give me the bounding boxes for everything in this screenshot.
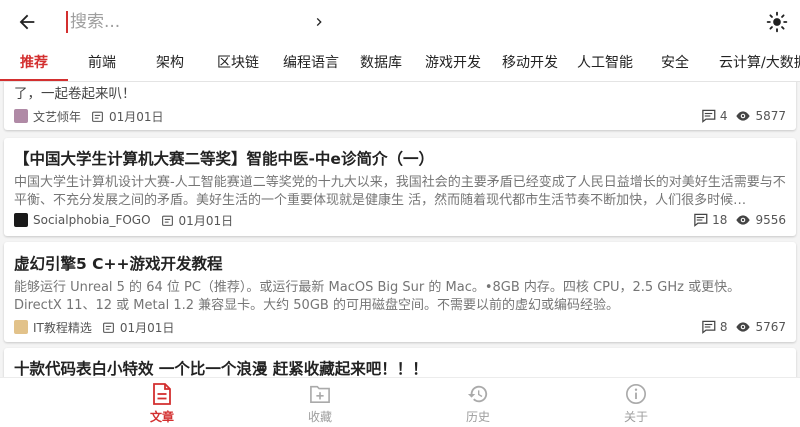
category-tab-bar: 推荐 前端 架构 区块链 编程语言 数据库 游戏开发 移动开发 人工智能 安全 … [0,44,800,82]
top-app-bar [0,0,800,44]
tab-game-dev[interactable]: 游戏开发 [425,44,481,81]
calendar-icon [102,321,115,334]
article-excerpt: 能够运行 Unreal 5 的 64 位 PC（推荐）。或运行最新 MacOS … [14,280,741,313]
article-meta: 文艺倾年 01月01日 [14,108,164,124]
nav-history[interactable]: 历史 [448,382,508,424]
article-excerpt: 中国大学生计算机设计大赛-人工智能赛道二等奖党的十九大以来，我国社会的主要矛盾已… [14,175,786,208]
article-stats: 18 9556 [693,212,786,228]
article-meta: Socialphobia_FOGO 01月01日 [14,212,233,228]
article-stats: 4 5877 [701,108,786,124]
search-box[interactable] [66,8,296,36]
article-card[interactable]: 【中国大学生计算机大赛二等奖】智能中医-中e诊简介（一） 中国大学生计算机设计大… [4,138,796,236]
tab-architecture[interactable]: 架构 [156,44,184,81]
calendar-icon [91,110,104,123]
nav-label: 历史 [465,410,490,424]
tab-frontend[interactable]: 前端 [88,44,116,81]
active-tab-indicator [0,79,68,81]
text-cursor [66,11,68,33]
author-name: 文艺倾年 [33,109,82,124]
comment-icon [693,213,708,227]
nav-label: 关于 [623,410,648,424]
article-card[interactable]: 十款代码表白小特效 一个比一个浪漫 赶紧收藏起来吧！！！ [4,348,796,377]
comment-count: 8 [719,320,728,334]
eye-icon [735,321,751,333]
article-title: 【中国大学生计算机大赛二等奖】智能中医-中e诊简介（一） [14,150,434,168]
author-name: Socialphobia_FOGO [33,213,151,227]
article-icon [132,382,192,406]
tab-programming-languages[interactable]: 编程语言 [283,44,339,81]
tab-ai[interactable]: 人工智能 [577,44,633,81]
comment-icon [701,109,716,123]
comment-icon [701,320,716,334]
publish-date: 01月01日 [109,109,164,124]
comment-count: 18 [712,213,728,227]
author-name: IT教程精选 [33,320,92,335]
article-card[interactable]: 了，一起卷起来叭！ 文艺倾年 01月01日 4 5877 [4,82,796,130]
publish-date: 01月01日 [178,213,234,228]
chevron-right-icon[interactable] [308,11,330,33]
article-title: 十款代码表白小特效 一个比一个浪漫 赶紧收藏起来吧！！！ [14,360,428,377]
view-count: 9556 [755,213,786,227]
article-meta: IT教程精选 01月01日 [14,319,174,335]
comment-count: 4 [719,109,728,123]
publish-date: 01月01日 [119,320,175,335]
author-avatar [14,213,28,227]
article-card[interactable]: 虚幻引擎5 C++游戏开发教程 能够运行 Unreal 5 的 64 位 PC（… [4,242,796,342]
bottom-navigation: 文章 收藏 历史 关于 [0,377,800,427]
tab-security[interactable]: 安全 [661,44,689,81]
back-arrow-icon[interactable] [14,9,40,35]
nav-label: 收藏 [307,410,332,424]
eye-icon [735,110,751,122]
tab-cloud-bigdata[interactable]: 云计算/大数据 [719,44,800,81]
tab-database[interactable]: 数据库 [360,44,402,81]
brightness-icon[interactable] [764,9,790,35]
calendar-icon [161,214,174,227]
article-excerpt: 了，一起卷起来叭！ [14,86,136,102]
tab-blockchain[interactable]: 区块链 [217,44,259,81]
author-avatar [14,109,28,123]
nav-about[interactable]: 关于 [606,382,666,424]
tab-recommend[interactable]: 推荐 [20,44,48,81]
nav-label: 文章 [149,410,174,424]
eye-icon [735,214,751,226]
article-stats: 8 5767 [701,319,786,335]
history-icon [448,382,508,406]
nav-articles[interactable]: 文章 [132,382,192,424]
search-input[interactable] [70,12,290,32]
info-icon [606,382,666,406]
view-count: 5767 [755,320,786,334]
article-title: 虚幻引擎5 C++游戏开发教程 [14,255,223,273]
bookmark-icon [290,382,350,406]
tab-mobile-dev[interactable]: 移动开发 [502,44,558,81]
view-count: 5877 [755,109,786,123]
nav-bookmarks[interactable]: 收藏 [290,382,350,424]
article-feed[interactable]: 了，一起卷起来叭！ 文艺倾年 01月01日 4 5877 【中国大学生计算机大赛… [0,82,800,377]
author-avatar [14,320,28,334]
